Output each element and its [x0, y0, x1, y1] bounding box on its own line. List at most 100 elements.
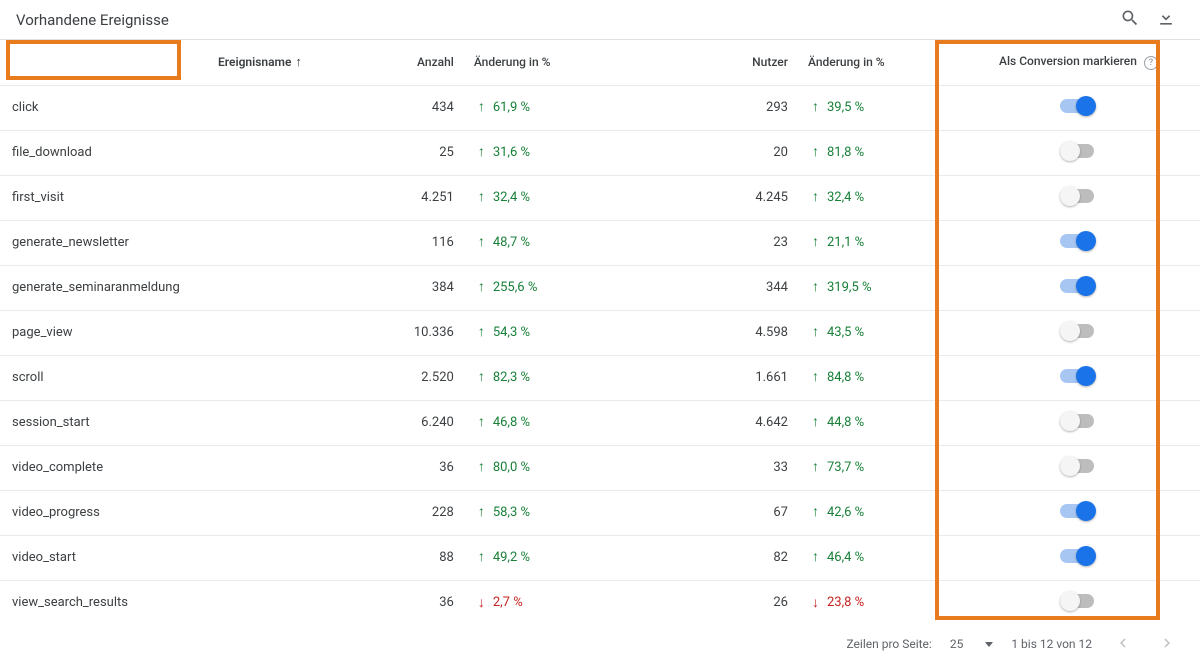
arrow-up-icon: ↑	[478, 280, 485, 294]
table-row: video_complete36↑80,0 %33↑73,7 %	[0, 445, 1200, 490]
arrow-up-icon: ↑	[478, 145, 485, 159]
cell-users: 4.598	[623, 310, 800, 355]
cell-users: 23	[623, 220, 800, 265]
event-name-link[interactable]: first_visit	[12, 190, 64, 205]
cell-event-name: page_view	[0, 310, 314, 355]
cell-conversion	[957, 175, 1200, 220]
panel-header: Vorhandene Ereignisse	[0, 0, 1200, 40]
search-button[interactable]	[1112, 2, 1148, 38]
event-name-link[interactable]: generate_seminaranmeldung	[12, 280, 180, 295]
arrow-up-icon: ↑	[478, 100, 485, 114]
arrow-up-icon: ↑	[478, 325, 485, 339]
cell-event-name: generate_seminaranmeldung	[0, 265, 314, 310]
event-name-link[interactable]: video_progress	[12, 505, 100, 520]
cell-users: 293	[623, 85, 800, 130]
cell-users: 26	[623, 580, 800, 625]
change-users-value: 32,4 %	[827, 190, 864, 205]
event-name-link[interactable]: file_download	[12, 145, 92, 160]
event-name-link[interactable]: click	[12, 100, 39, 115]
next-page-button[interactable]	[1154, 631, 1180, 657]
cell-change-count: ↑54,3 %	[466, 310, 623, 355]
conversion-toggle[interactable]	[1060, 141, 1096, 161]
col-header-name-label: Ereignisname	[218, 55, 291, 69]
arrow-up-icon: ↑	[812, 280, 819, 294]
events-panel: Vorhandene Ereignisse	[0, 0, 1200, 663]
change-users-value: 84,8 %	[827, 370, 864, 385]
conversion-toggle[interactable]	[1060, 411, 1096, 431]
conversion-toggle[interactable]	[1060, 456, 1096, 476]
event-name-link[interactable]: video_start	[12, 550, 76, 565]
cell-change-users: ↑81,8 %	[800, 130, 957, 175]
table-row: first_visit4.251↑32,4 %4.245↑32,4 %	[0, 175, 1200, 220]
cell-event-name: video_progress	[0, 490, 314, 535]
chevron-right-icon	[1158, 634, 1176, 655]
help-icon[interactable]: ?	[1144, 56, 1158, 70]
change-count-value: 32,4 %	[493, 190, 530, 205]
arrow-up-icon: ↑	[812, 325, 819, 339]
arrow-up-icon: ↑	[478, 190, 485, 204]
cell-change-count: ↑ 32,4 %	[466, 175, 623, 220]
rows-per-page-select[interactable]: 25	[950, 637, 994, 651]
conversion-toggle[interactable]	[1060, 276, 1096, 296]
cell-change-users: ↑ 43,5 %	[800, 310, 957, 355]
cell-conversion	[957, 85, 1200, 130]
cell-event-name: video_start	[0, 535, 314, 580]
cell-count: 228	[314, 490, 466, 535]
table-header-row: Ereignisname ↑ Anzahl Änderung in % Nutz…	[0, 40, 1200, 85]
change-count-value: 48,7 %	[493, 235, 530, 250]
conversion-toggle[interactable]	[1060, 546, 1096, 566]
cell-users: 4.245	[623, 175, 800, 220]
event-name-link[interactable]: scroll	[12, 370, 44, 385]
cell-change-users: ↑44,8 %	[800, 400, 957, 445]
event-name-link[interactable]: generate_newsletter	[12, 235, 129, 250]
conversion-toggle[interactable]	[1060, 96, 1096, 116]
chevron-left-icon	[1114, 634, 1132, 655]
change-count-value: 49,2 %	[493, 550, 530, 565]
change-users-value: 43,5 %	[827, 325, 864, 340]
cell-event-name: session_start	[0, 400, 314, 445]
arrow-up-icon: ↑	[812, 190, 819, 204]
col-header-name[interactable]: Ereignisname ↑	[0, 40, 314, 85]
col-header-change-users[interactable]: Änderung in %	[800, 40, 957, 85]
cell-event-name: first_visit	[0, 175, 314, 220]
cell-conversion	[957, 535, 1200, 580]
table-row: page_view 10.336↑54,3 %4.598 ↑ 43,5 %	[0, 310, 1200, 355]
prev-page-button[interactable]	[1110, 631, 1136, 657]
rows-per-page-value: 25	[950, 637, 964, 651]
cell-change-users: ↑21,1 %	[800, 220, 957, 265]
cell-count: 10.336	[314, 310, 466, 355]
change-users-value: 44,8 %	[827, 415, 864, 430]
conversion-toggle[interactable]	[1060, 591, 1096, 611]
col-header-users[interactable]: Nutzer	[623, 40, 800, 85]
col-header-count[interactable]: Anzahl	[314, 40, 466, 85]
cell-count: 434	[314, 85, 466, 130]
conversion-toggle[interactable]	[1060, 186, 1096, 206]
arrow-up-icon: ↑	[812, 370, 819, 384]
cell-change-count: ↓2,7 %	[466, 580, 623, 625]
change-count-value: 80,0 %	[493, 460, 530, 475]
conversion-toggle[interactable]	[1060, 231, 1096, 251]
cell-count: 25	[314, 130, 466, 175]
dropdown-caret-icon	[985, 642, 993, 647]
change-users-value: 23,8 %	[827, 595, 864, 610]
event-name-link[interactable]: page_view	[12, 325, 73, 340]
sort-ascending-icon: ↑	[295, 54, 302, 70]
arrow-down-icon: ↓	[812, 596, 819, 610]
cell-change-count: ↑46,8 %	[466, 400, 623, 445]
event-name-link[interactable]: view_search_results	[12, 595, 128, 610]
event-name-link[interactable]: video_complete	[12, 460, 103, 475]
download-button[interactable]	[1148, 2, 1184, 38]
cell-conversion	[957, 580, 1200, 625]
event-name-link[interactable]: session_start	[12, 415, 90, 430]
arrow-up-icon: ↑	[812, 460, 819, 474]
col-header-change-count[interactable]: Änderung in %	[466, 40, 623, 85]
arrow-up-icon: ↑	[478, 235, 485, 249]
table-row: session_start6.240↑46,8 %4.642↑44,8 %	[0, 400, 1200, 445]
change-count-value: 58,3 %	[493, 505, 530, 520]
conversion-toggle[interactable]	[1060, 321, 1096, 341]
arrow-up-icon: ↑	[478, 505, 485, 519]
change-count-value: 82,3 %	[493, 370, 530, 385]
conversion-toggle[interactable]	[1060, 366, 1096, 386]
cell-change-users: ↓ 23,8 %	[800, 580, 957, 625]
conversion-toggle[interactable]	[1060, 501, 1096, 521]
